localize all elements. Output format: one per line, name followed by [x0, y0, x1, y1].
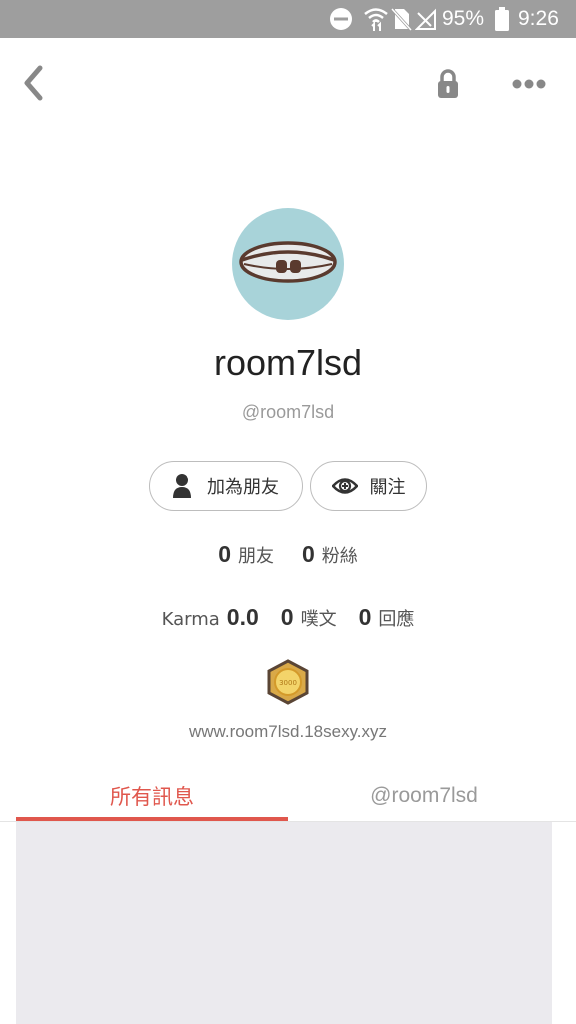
no-sim-icon — [390, 0, 412, 38]
website-link[interactable]: www.room7lsd.18sexy.xyz — [0, 722, 576, 742]
more-icon[interactable] — [506, 64, 552, 104]
timeline-content[interactable] — [16, 822, 552, 1024]
fans-label[interactable]: 粉絲 — [322, 542, 358, 568]
social-stats: 0 朋友 0 粉絲 — [0, 541, 576, 568]
tab-all-messages[interactable]: 所有訊息 — [16, 770, 288, 822]
follow-button[interactable]: 關注 — [310, 461, 427, 511]
profile-display-name: room7lsd — [213, 342, 363, 383]
karma-label: Karma — [161, 609, 220, 630]
back-icon[interactable] — [14, 63, 54, 103]
replies-label: 回應 — [378, 609, 415, 630]
add-friend-button[interactable]: 加為朋友 — [149, 461, 303, 511]
karma-value: 0.0 — [226, 604, 259, 630]
top-bar — [0, 38, 576, 128]
tab-mentions[interactable]: @room7lsd — [288, 770, 560, 822]
badge-text: 3000 — [279, 679, 297, 687]
battery-percent: 95% — [442, 7, 485, 30]
no-signal-icon — [415, 0, 437, 38]
activity-stats: Karma 0.0 0 噗文 0 回應 — [0, 604, 576, 631]
badge-hexagon-icon[interactable]: 3000 — [266, 659, 310, 705]
active-tab-indicator — [16, 817, 288, 821]
wifi-icon — [363, 0, 389, 38]
profile-handle: @room7lsd — [241, 402, 335, 422]
posts-count: 0 — [280, 604, 294, 630]
add-friend-label: 加為朋友 — [207, 477, 279, 498]
lock-icon[interactable] — [428, 64, 468, 104]
replies-count: 0 — [358, 604, 372, 630]
add-person-icon — [173, 473, 195, 499]
battery-icon — [494, 0, 510, 38]
sleepy-eye-avatar-icon — [239, 241, 337, 283]
posts-label: 噗文 — [300, 609, 337, 630]
follow-label: 關注 — [369, 477, 406, 498]
eye-icon — [331, 476, 358, 496]
status-bar: 95% 9:26 — [0, 0, 576, 38]
avatar[interactable] — [232, 208, 344, 320]
clock: 9:26 — [518, 7, 559, 30]
friends-count: 0 — [218, 541, 231, 567]
fans-count: 0 — [302, 541, 315, 567]
do-not-disturb-icon — [329, 0, 353, 38]
friends-label[interactable]: 朋友 — [238, 542, 274, 568]
